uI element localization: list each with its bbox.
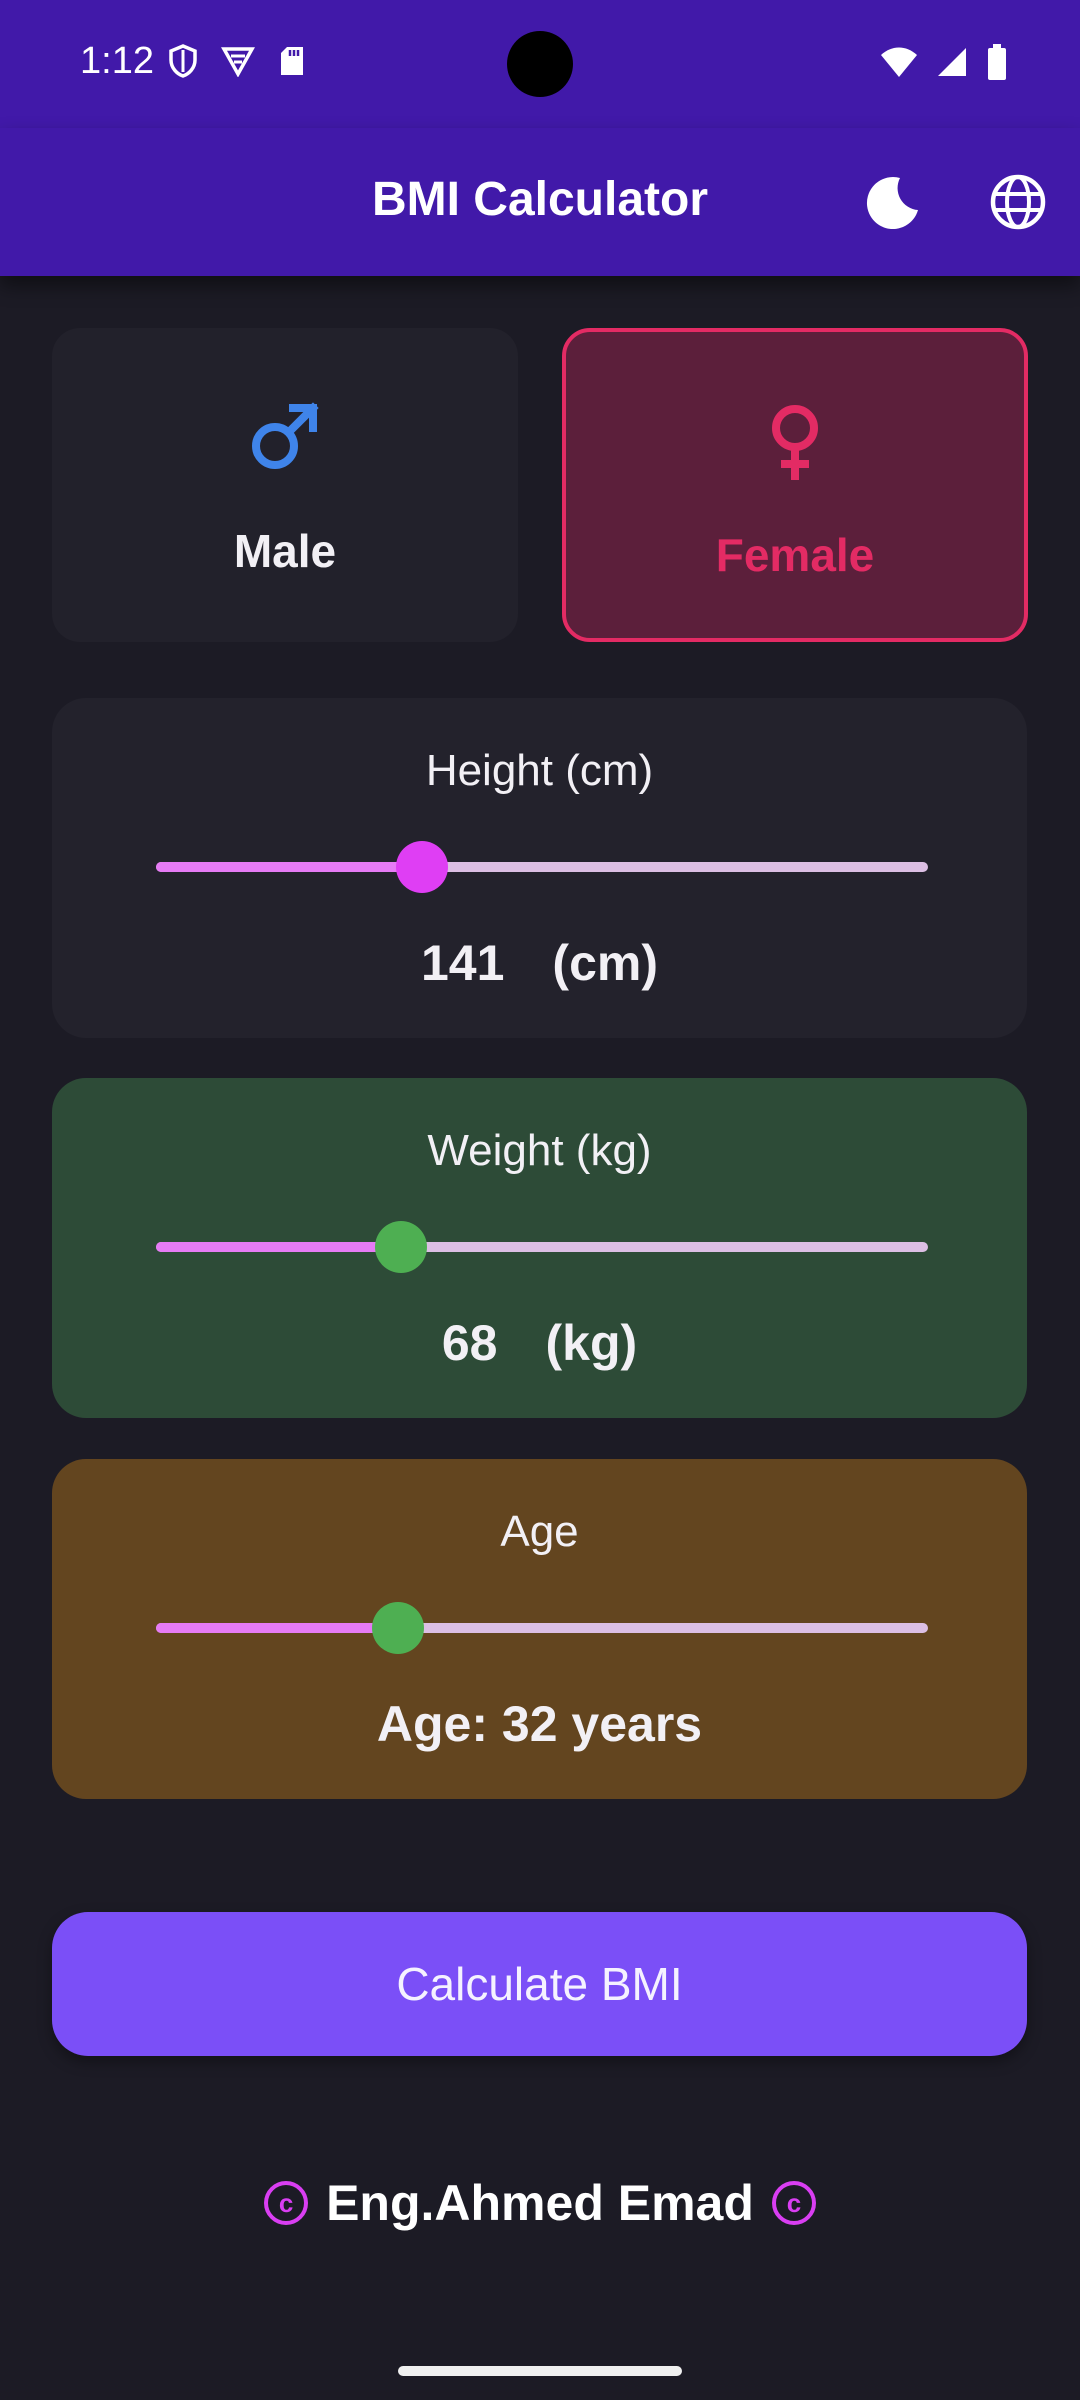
shield-icon	[169, 44, 197, 78]
theme-toggle-button[interactable]	[860, 170, 924, 234]
age-title: Age	[500, 1507, 579, 1556]
credit-name: Eng.Ahmed Emad	[326, 2175, 754, 2231]
status-bar: 1:12	[0, 0, 1080, 128]
height-value: 141 (cm)	[52, 934, 1027, 992]
female-label: Female	[715, 529, 875, 581]
status-notification-icons	[168, 44, 306, 78]
status-time: 1:12	[80, 40, 154, 82]
weight-number: 68	[441, 1315, 498, 1371]
height-title: Height (cm)	[425, 746, 654, 795]
height-slider-fill	[156, 862, 423, 872]
height-unit: (cm)	[552, 935, 658, 991]
weight-slider[interactable]	[156, 1221, 928, 1273]
front-camera	[507, 31, 573, 97]
age-card: Age Age: 32 years	[52, 1459, 1027, 1799]
female-card[interactable]: Female	[562, 328, 1028, 642]
height-card: Height (cm) 141 (cm)	[52, 698, 1027, 1038]
weight-card: Weight (kg) 68 (kg)	[52, 1078, 1027, 1418]
home-indicator[interactable]	[398, 2366, 682, 2376]
male-icon	[252, 402, 319, 469]
weight-slider-fill	[156, 1242, 402, 1252]
app-bar: BMI Calculator	[0, 128, 1080, 276]
age-slider[interactable]	[156, 1602, 928, 1654]
globe-icon	[990, 174, 1046, 230]
height-number: 141	[420, 935, 505, 991]
age-value: Age: 32 years	[376, 1696, 703, 1752]
height-slider-thumb[interactable]	[396, 841, 449, 893]
age-slider-thumb[interactable]	[371, 1602, 424, 1654]
copyright-icon: c	[264, 2181, 309, 2225]
female-icon	[772, 405, 818, 480]
copyright-icon: c	[771, 2181, 816, 2225]
weight-unit: (kg)	[545, 1315, 638, 1371]
weight-slider-thumb[interactable]	[375, 1221, 428, 1273]
weight-title: Weight (kg)	[427, 1126, 652, 1175]
battery-icon	[988, 44, 1006, 80]
weight-value: 68 (kg)	[52, 1314, 1027, 1372]
calculate-bmi-button[interactable]: Calculate BMI	[52, 1912, 1027, 2056]
height-slider[interactable]	[156, 841, 928, 893]
status-system-icons	[880, 44, 1008, 80]
age-slider-fill	[156, 1623, 398, 1633]
signal-icon	[938, 48, 966, 76]
wifi-icon	[881, 47, 917, 77]
male-label: Male	[233, 525, 337, 577]
male-card[interactable]: Male	[52, 328, 518, 642]
moon-icon	[866, 177, 918, 230]
vpn-icon	[221, 47, 255, 77]
sd-card-icon	[281, 47, 303, 75]
credit-line: c Eng.Ahmed Emad c	[0, 2174, 1080, 2232]
language-button[interactable]	[986, 170, 1050, 234]
